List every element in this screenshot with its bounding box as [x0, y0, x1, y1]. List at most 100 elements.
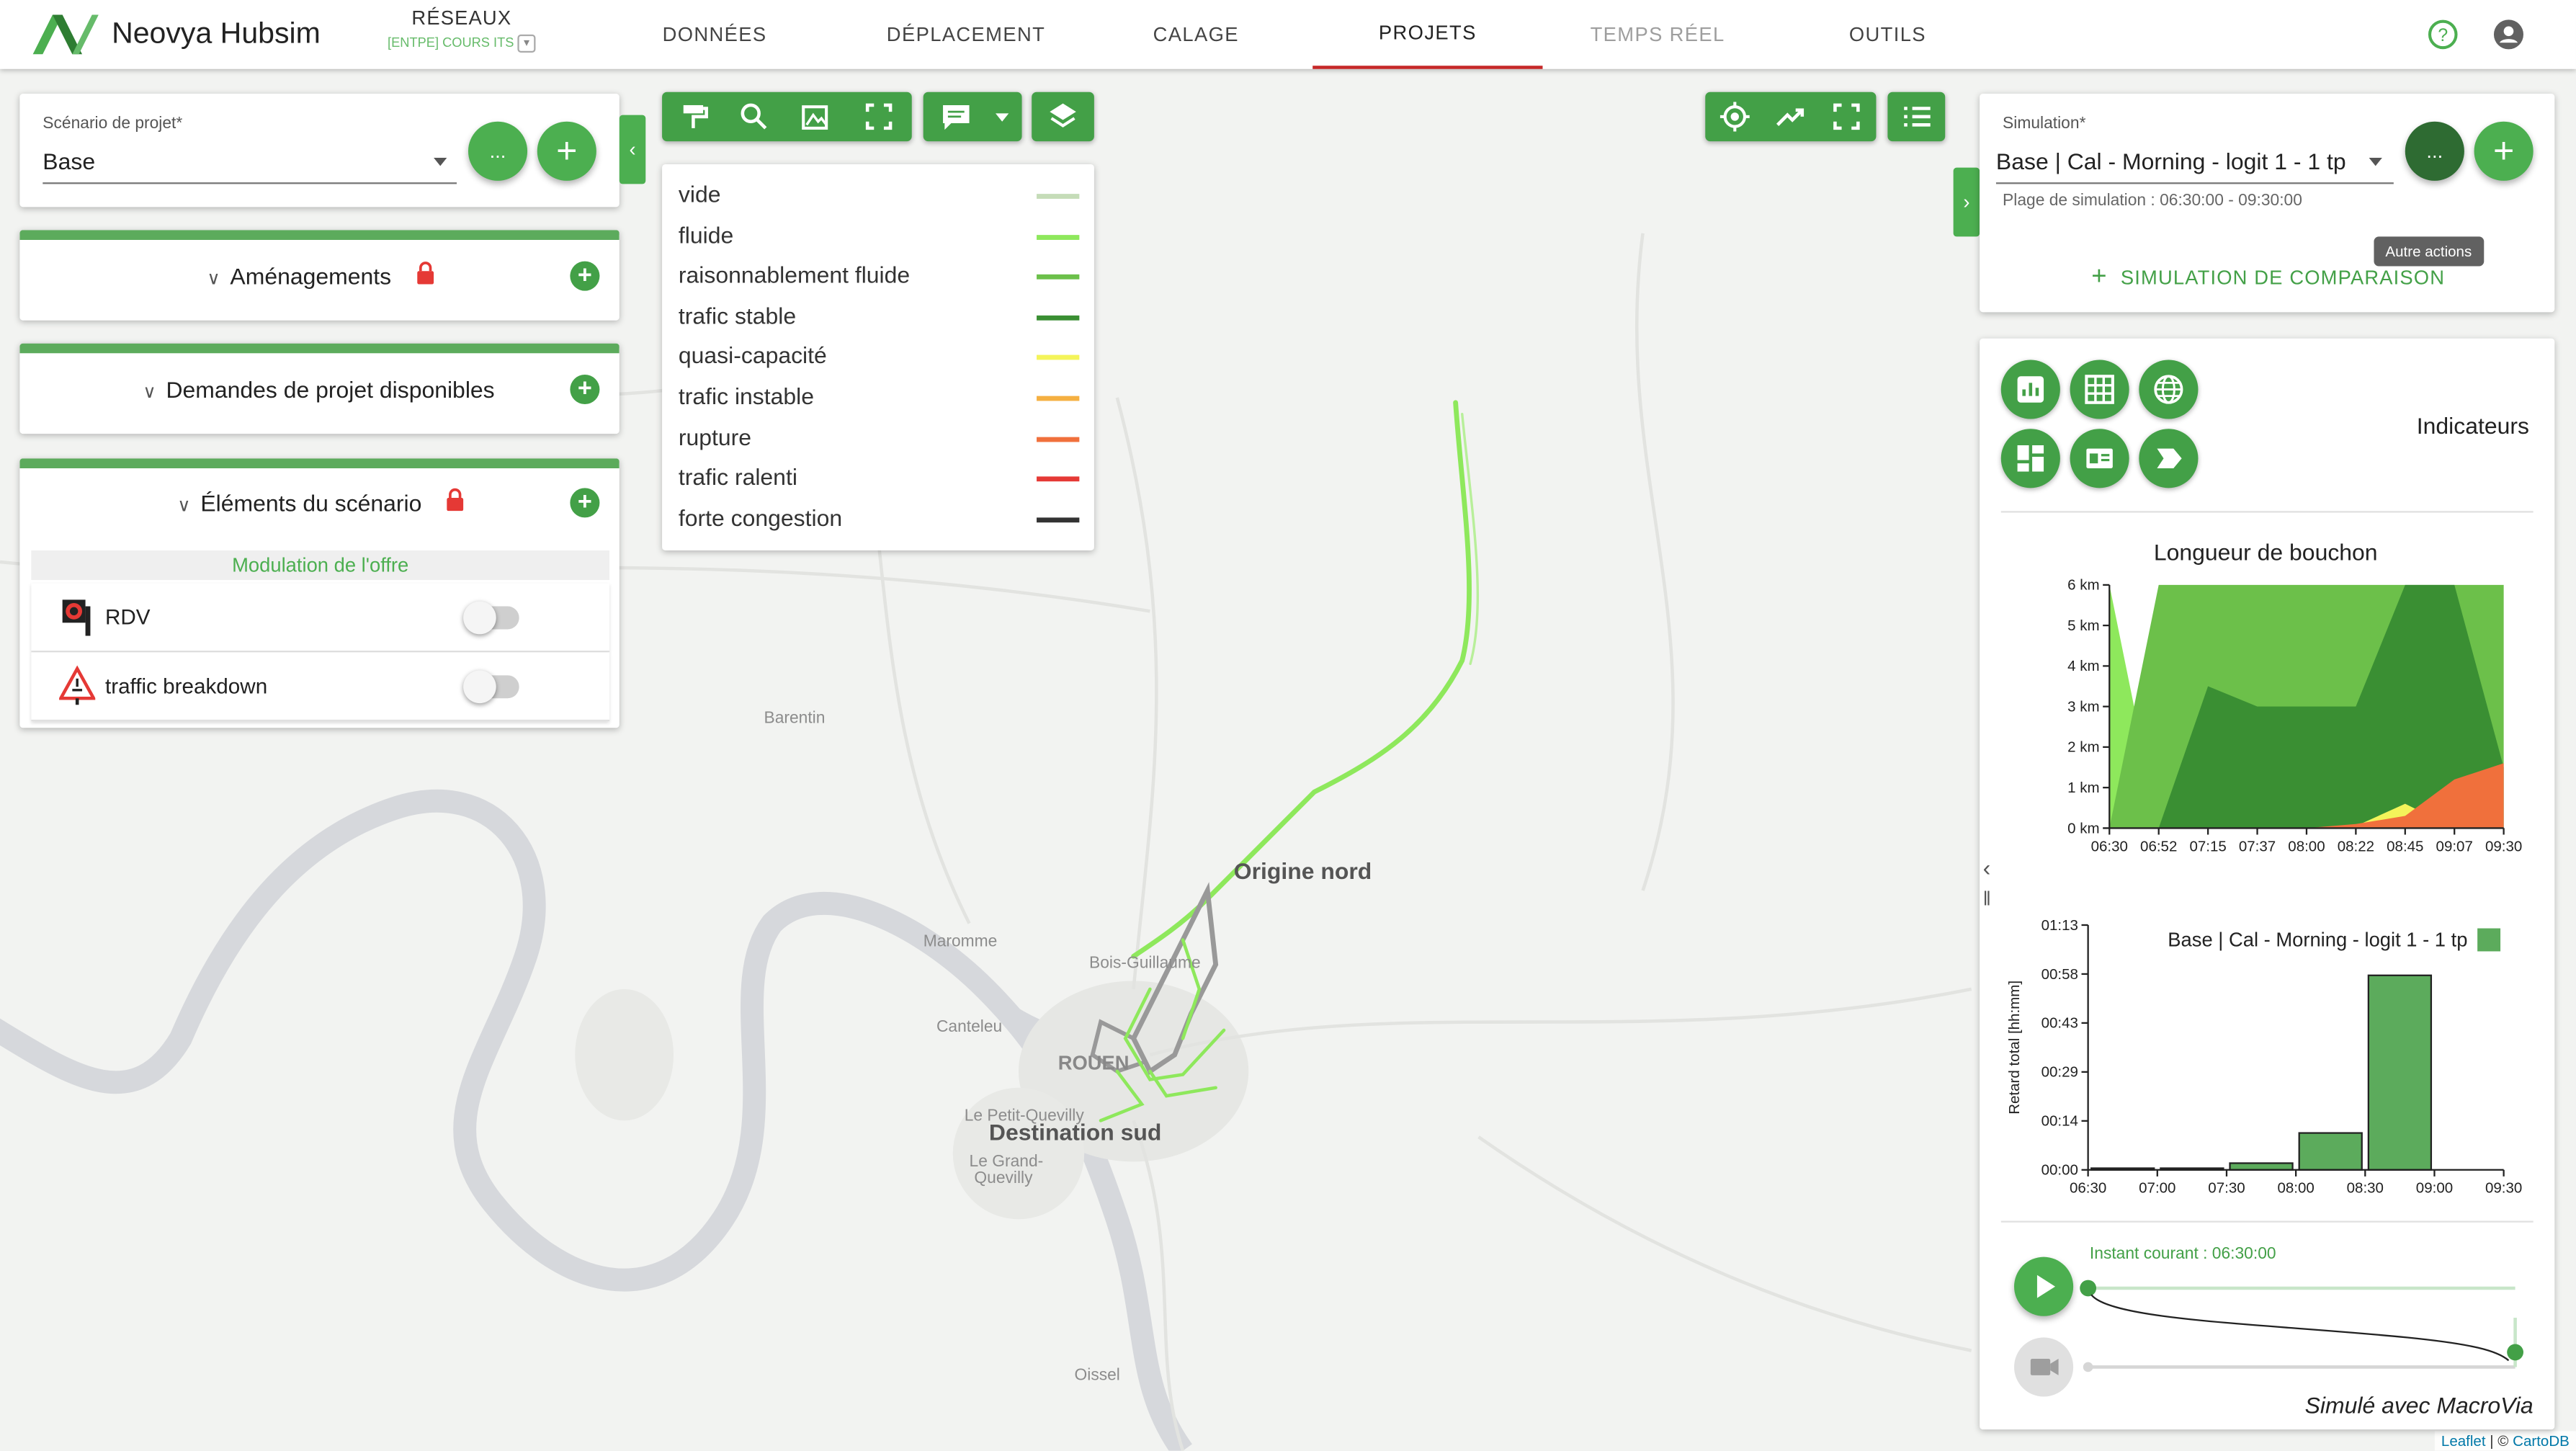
y-tick-label: 0 km	[2067, 820, 2099, 836]
y-tick-label: 4 km	[2067, 658, 2099, 674]
nav-outils[interactable]: OUTILS	[1773, 0, 2003, 69]
place-bois-guillaume: Bois-Guillaume	[1089, 955, 1201, 973]
map-fullscreen-button[interactable]	[1817, 92, 1876, 141]
add-simulation-button[interactable]: +	[2474, 121, 2533, 181]
table-button[interactable]	[2070, 360, 2129, 419]
simulation-dropdown-icon[interactable]	[2369, 157, 2382, 166]
add-demande-icon[interactable]: +	[570, 374, 600, 405]
fullscreen-button[interactable]	[849, 92, 908, 141]
paint-roller-button[interactable]	[666, 92, 725, 141]
y-tick-label: 00:00	[2041, 1162, 2078, 1179]
neovya-logo-icon[interactable]	[30, 12, 99, 58]
locate-button[interactable]	[1705, 92, 1764, 141]
search-icon	[741, 103, 767, 130]
demandes-title[interactable]: ∨ Demandes de projet disponibles	[143, 376, 494, 402]
nav-donnees[interactable]: DONNÉES	[599, 0, 829, 69]
network-title: RÉSEAUX	[411, 6, 512, 30]
x-tick-label: 06:52	[2140, 838, 2177, 854]
network-dropdown-icon[interactable]: ▾	[517, 34, 536, 53]
nav-temps-reel[interactable]: TEMPS RÉEL	[1542, 0, 1772, 69]
simulation-label: Simulation*	[2003, 115, 2086, 133]
place-oissel: Oissel	[1074, 1367, 1120, 1385]
map-toolbar-right	[1705, 91, 1877, 142]
place-grand-quevilly-2: Quevilly	[974, 1169, 1033, 1188]
scenario-more-button[interactable]: ...	[468, 121, 528, 181]
scenario-select[interactable]: Base	[43, 148, 95, 174]
simulation-select[interactable]: Base | Cal - Morning - logit 1 - 1 tp	[1996, 148, 2346, 174]
play-button[interactable]	[2014, 1256, 2074, 1316]
list-button-inner[interactable]	[1887, 92, 1946, 141]
brand-name: Neovya Hubsim	[112, 16, 321, 50]
collapse-right-panel-button[interactable]: ›	[1953, 167, 1980, 237]
bar-chart-button[interactable]	[2000, 360, 2060, 419]
indicators-divider	[2000, 511, 2533, 513]
modulation-row-traffic-breakdown[interactable]: traffic breakdown	[31, 652, 610, 722]
x-tick-label: 07:15	[2189, 838, 2226, 854]
y-tick-label: 3 km	[2067, 698, 2099, 715]
add-element-icon[interactable]: +	[570, 488, 600, 518]
y-tick-label: 00:43	[2041, 1015, 2078, 1032]
help-icon[interactable]: ?	[2426, 18, 2459, 51]
chevron-down-icon: ∨	[207, 269, 220, 290]
simulation-underline	[1995, 182, 2394, 184]
paint-roller-icon	[683, 104, 708, 128]
globe-button[interactable]	[2139, 360, 2199, 419]
list-button[interactable]	[1887, 91, 1946, 142]
indicators-title: Indicateurs	[2416, 412, 2529, 439]
amenagements-panel[interactable]: ∨ Aménagements +	[19, 230, 620, 321]
layers-button[interactable]	[1032, 91, 1094, 142]
legend-swatch	[1037, 396, 1080, 401]
trend-button[interactable]	[1761, 92, 1820, 141]
warning-sign-icon	[59, 665, 96, 705]
comment-button[interactable]	[926, 92, 985, 141]
chevron-down-icon: ∨	[177, 496, 191, 517]
amenagements-title[interactable]: ∨ Aménagements	[207, 263, 391, 289]
chart-collapse-icon[interactable]: ‹	[1983, 854, 1991, 880]
label-button[interactable]	[2139, 429, 2199, 488]
list-icon	[1904, 107, 1931, 127]
x-tick-label: 09:30	[2485, 838, 2522, 854]
demandes-panel[interactable]: ∨ Demandes de projet disponibles +	[19, 343, 620, 434]
legend-label: trafic ralenti	[678, 463, 797, 491]
origin-label: Origine nord	[1233, 857, 1372, 884]
collapse-left-panel-button[interactable]: ‹	[619, 115, 646, 184]
modulation-row-rdv[interactable]: RDV	[31, 583, 610, 653]
network-selector[interactable]: RÉSEAUX [ENTPE] COURS ITS ▾	[380, 6, 544, 53]
comparison-button[interactable]: + SIMULATION DE COMPARAISON	[2091, 263, 2445, 293]
scenario-dropdown-icon[interactable]	[434, 157, 447, 166]
simulation-more-button[interactable]: ...	[2405, 121, 2464, 181]
search-button[interactable]	[725, 92, 784, 141]
layers-button-inner[interactable]	[1033, 92, 1092, 141]
comment-dropdown-icon[interactable]	[996, 113, 1009, 122]
x-tick-label: 08:00	[2277, 1180, 2314, 1197]
dashboard-button[interactable]	[2000, 429, 2060, 488]
x-tick-label: 06:30	[2091, 838, 2128, 854]
nav-calage[interactable]: CALAGE	[1081, 0, 1311, 69]
nav-deplacement[interactable]: DÉPLACEMENT	[851, 0, 1081, 69]
legend-label: fluide	[678, 220, 734, 248]
add-scenario-button[interactable]: +	[537, 121, 596, 181]
legend-swatch	[1037, 476, 1080, 482]
trending-up-icon	[1776, 108, 1804, 126]
rdv-toggle[interactable]	[463, 601, 519, 635]
videocam-icon	[2030, 1359, 2059, 1375]
account-icon[interactable]	[2492, 18, 2526, 51]
cartodb-link[interactable]: CartoDB	[2513, 1433, 2570, 1450]
drag-handle-icon[interactable]: ‖	[1983, 888, 1991, 911]
add-amenagement-icon[interactable]: +	[570, 261, 600, 291]
traffic-breakdown-toggle[interactable]	[463, 670, 519, 704]
y-tick-label: 00:29	[2041, 1064, 2078, 1081]
destination-label: Destination sud	[988, 1119, 1162, 1146]
simulation-range: Plage de simulation : 06:30:00 - 09:30:0…	[2003, 192, 2302, 210]
slider-thumb	[2080, 1280, 2097, 1297]
record-button[interactable]	[2014, 1337, 2074, 1397]
time-slider[interactable]	[2078, 1269, 2539, 1378]
card-button[interactable]	[2070, 429, 2129, 488]
map-edit-button[interactable]	[787, 92, 846, 141]
legend-swatch	[1037, 194, 1080, 199]
x-tick-label: 06:30	[2070, 1180, 2106, 1197]
leaflet-link[interactable]: Leaflet	[2441, 1433, 2486, 1450]
nav-projets[interactable]: PROJETS	[1312, 0, 1543, 69]
elements-title[interactable]: ∨ Éléments du scénario	[177, 490, 421, 516]
more-actions-tooltip: Autre actions	[2374, 236, 2484, 267]
